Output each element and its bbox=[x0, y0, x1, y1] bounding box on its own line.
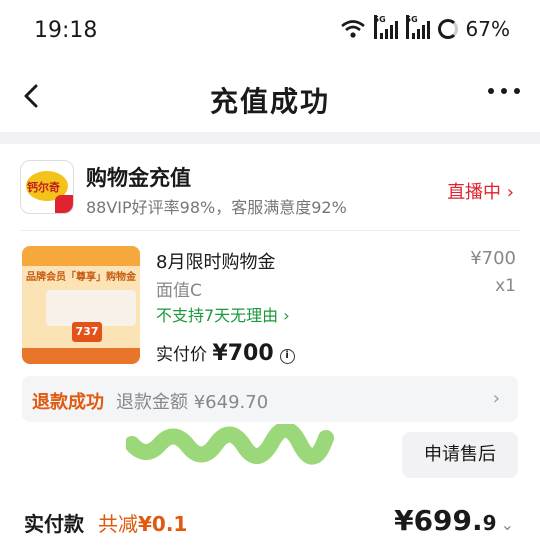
total-label: 实付款 bbox=[24, 512, 84, 536]
live-badge-icon bbox=[55, 195, 73, 213]
info-icon[interactable]: i bbox=[279, 349, 295, 364]
product-name[interactable]: 8月限时购物金 bbox=[156, 248, 275, 274]
refund-amount: 退款金额 ¥649.70 bbox=[116, 392, 269, 413]
shop-rating: 88VIP好评率98%，客服满意度92% bbox=[86, 198, 347, 217]
divider bbox=[20, 230, 520, 231]
after-sale-button[interactable]: 申请售后 bbox=[402, 432, 518, 478]
page-title: 充值成功 bbox=[209, 85, 330, 118]
discount: 共减¥0.1 bbox=[98, 512, 188, 536]
product-quantity: x1 bbox=[495, 276, 516, 296]
status-bar: 19:18 5G 5G 67% bbox=[0, 0, 540, 62]
product-image[interactable]: 品牌会员「尊享」购物金 737 bbox=[22, 246, 140, 364]
wifi-icon bbox=[340, 20, 365, 38]
chevron-right-icon: › bbox=[492, 388, 500, 409]
chevron-down-icon: ⌄ bbox=[500, 515, 514, 534]
live-link[interactable]: 直播中 › bbox=[447, 178, 514, 204]
redaction-scribble bbox=[126, 424, 334, 465]
more-options-icon[interactable] bbox=[488, 88, 520, 94]
nav-bar: 充值成功 bbox=[0, 62, 540, 132]
payment-summary: 实付款 共减¥0.1 ¥699.9 ⌄ bbox=[0, 504, 540, 548]
chevron-right-icon: › bbox=[506, 182, 514, 203]
paid-price: 实付价 ¥700 i bbox=[156, 340, 295, 366]
refund-status-row[interactable]: 退款成功 退款金额 ¥649.70 › bbox=[22, 376, 518, 422]
cellular-signal-icon: 5G bbox=[405, 15, 430, 39]
clock: 19:18 bbox=[34, 18, 98, 43]
order-card: 钙尔奇 购物金充值 88VIP好评率98%，客服满意度92% 直播中 › 品牌会… bbox=[0, 144, 540, 548]
return-policy-link[interactable]: 不支持7天无理由 › bbox=[156, 302, 290, 326]
battery-icon bbox=[437, 19, 458, 39]
shop-name[interactable]: 购物金充值 bbox=[86, 162, 191, 192]
cellular-signal-icon: 5G bbox=[373, 15, 398, 39]
refund-status: 退款成功 bbox=[32, 392, 104, 413]
total-amount[interactable]: ¥699.9 ⌄ bbox=[394, 504, 514, 537]
product-price: ¥700 bbox=[470, 248, 516, 269]
status-icons: 5G 5G 67% bbox=[340, 15, 510, 41]
product-spec: 面值C bbox=[156, 281, 202, 301]
battery-percent: 67% bbox=[465, 17, 510, 41]
shop-logo[interactable]: 钙尔奇 bbox=[20, 160, 74, 214]
